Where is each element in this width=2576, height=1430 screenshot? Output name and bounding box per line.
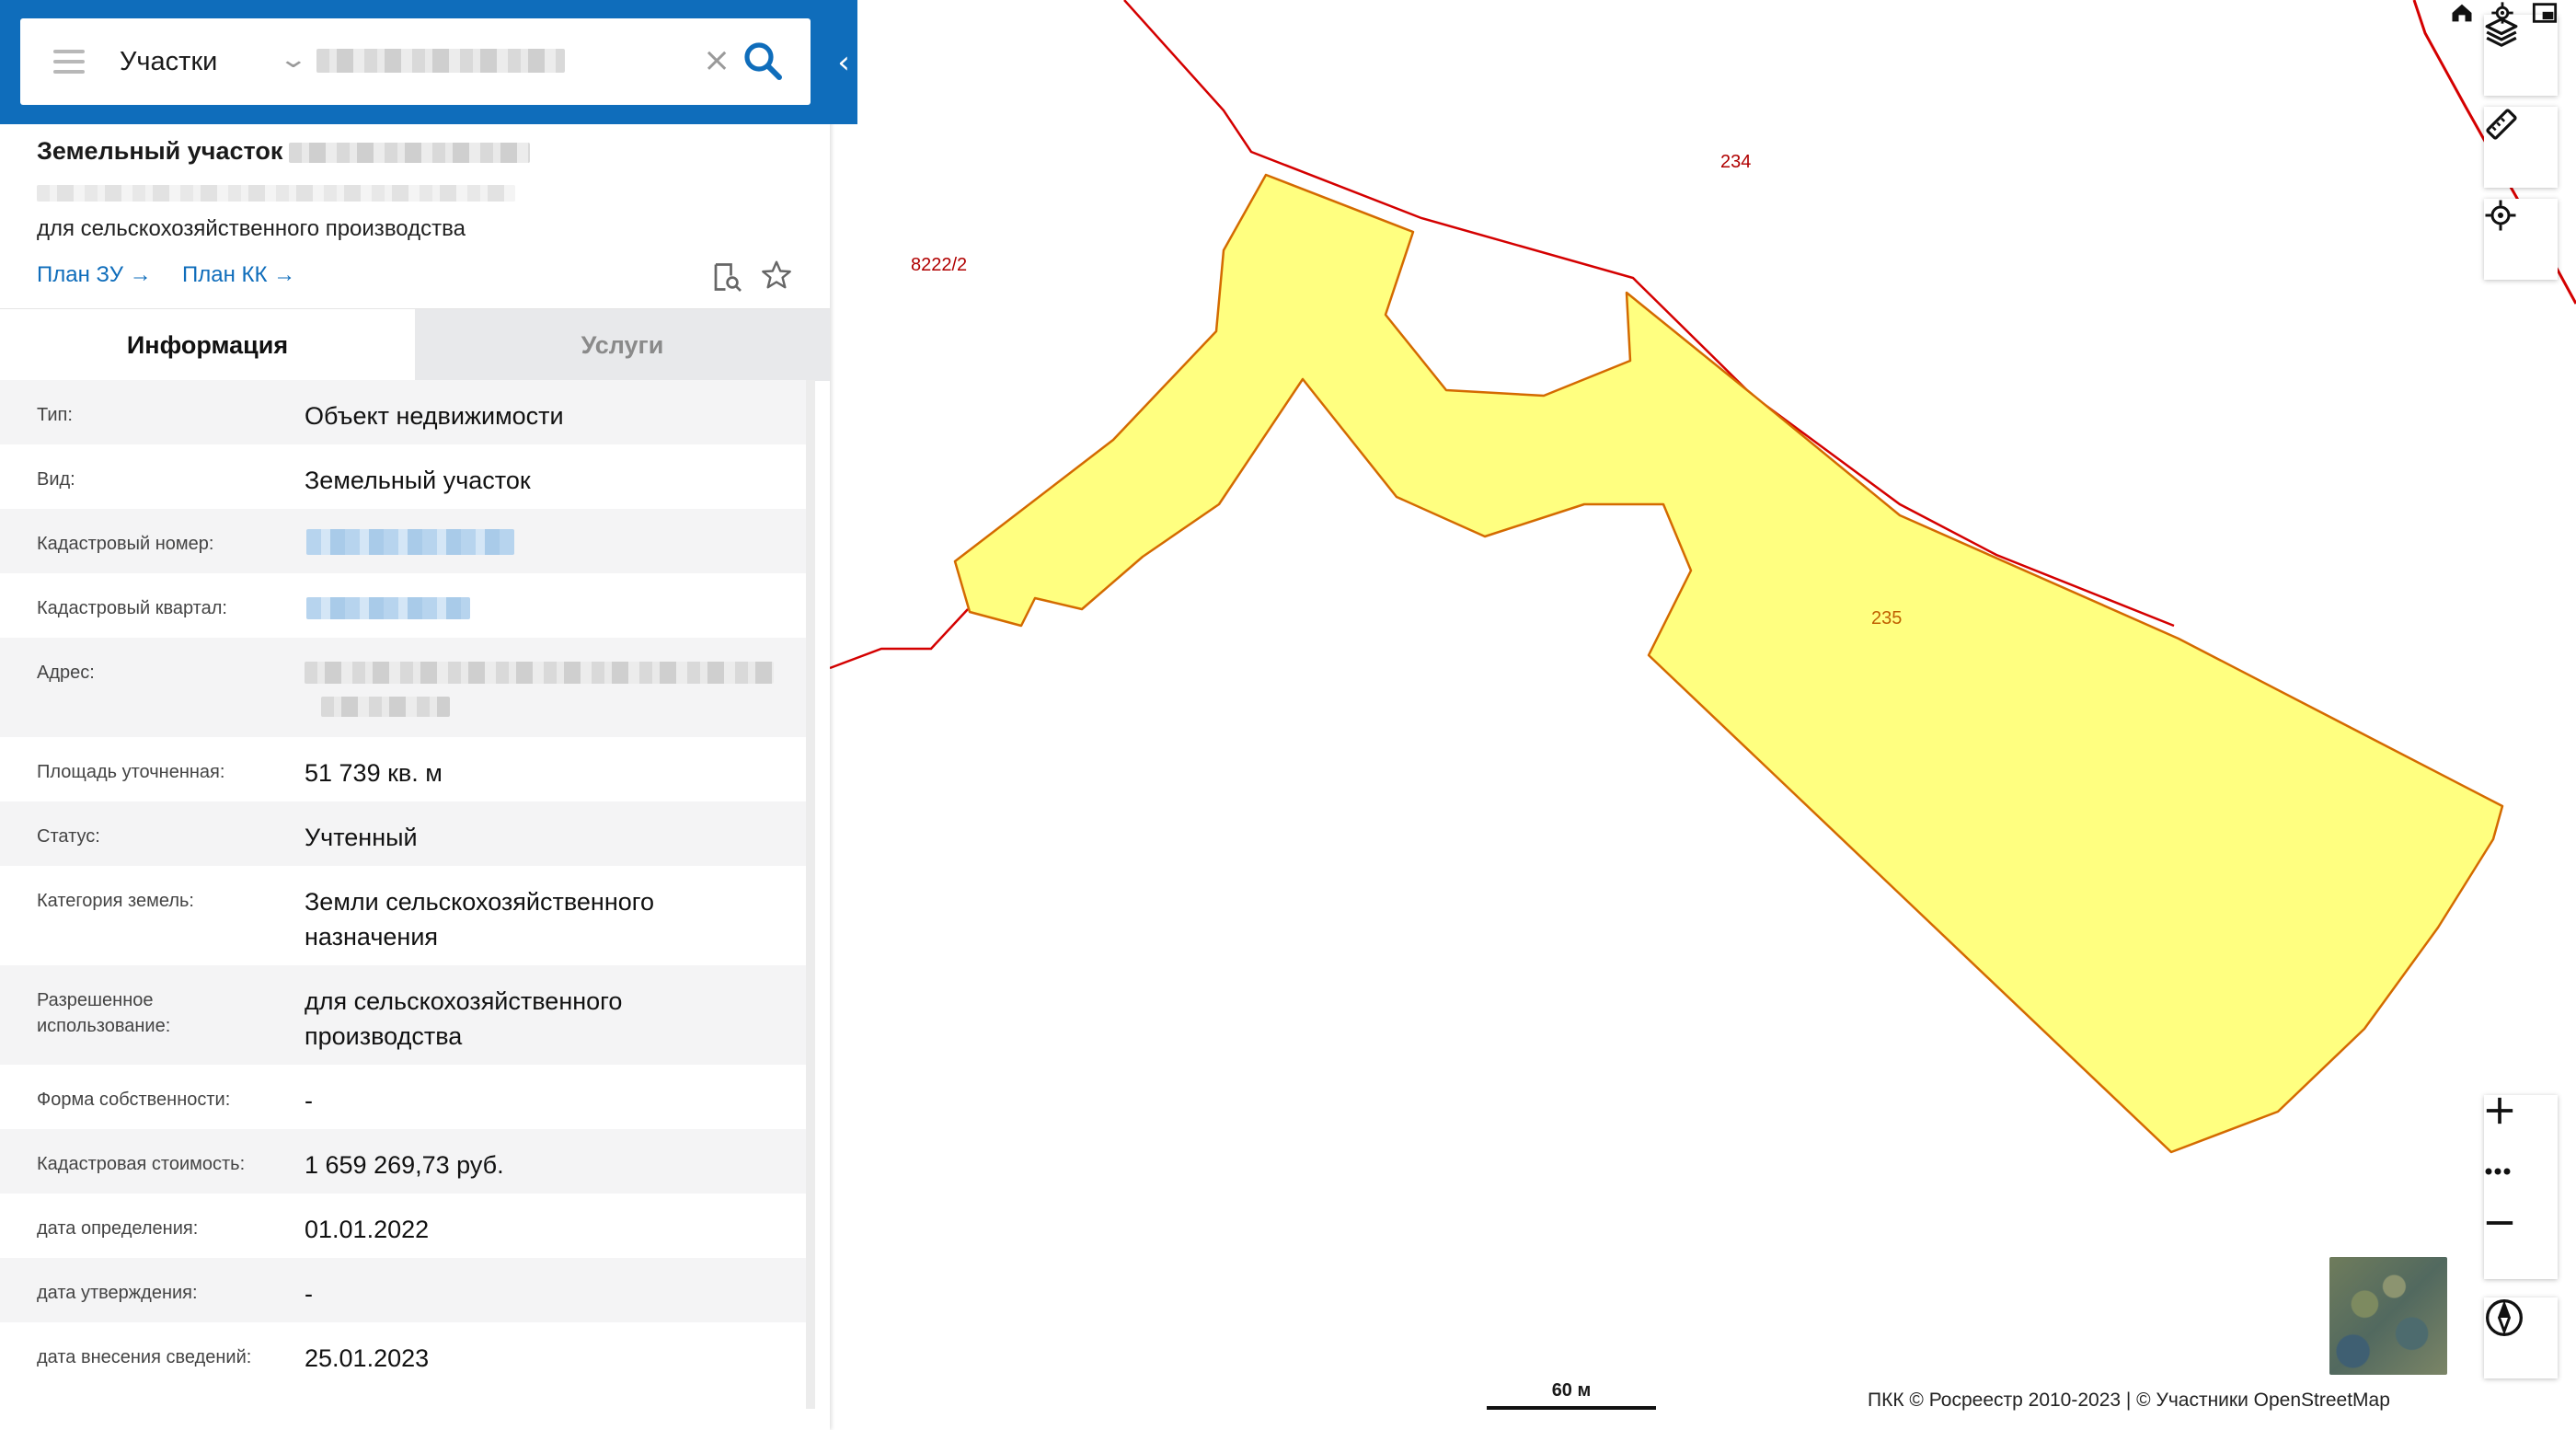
info-label: Кадастровый номер: xyxy=(37,534,214,554)
info-value: для сельскохозяйственного производства xyxy=(305,987,623,1050)
compass-button[interactable] xyxy=(2484,1297,2558,1378)
redacted-cadastral-number xyxy=(289,143,530,163)
info-label: Вид: xyxy=(37,469,75,490)
redacted-address-line xyxy=(321,697,450,717)
info-value: - xyxy=(305,1087,313,1114)
close-icon[interactable]: × xyxy=(703,42,730,79)
info-label: Категория земель: xyxy=(37,891,194,911)
tab-information[interactable]: Информация xyxy=(0,309,415,381)
locate-button[interactable] xyxy=(2484,199,2558,280)
scale-label: 60 м xyxy=(1551,1380,1592,1401)
plan-kk-link[interactable]: План КК → xyxy=(182,262,295,288)
zoom-out-button[interactable] xyxy=(2484,1207,2558,1279)
cadastral-number-link[interactable] xyxy=(306,529,514,555)
info-value xyxy=(305,509,806,573)
compass-icon xyxy=(2486,1299,2523,1336)
info-row-cadastral-quarter: Кадастровый квартал: xyxy=(0,573,806,638)
parcel-boundary-8222-2 xyxy=(829,608,969,670)
info-label: Тип: xyxy=(37,405,73,425)
info-row-approval-date: дата утверждения: - xyxy=(0,1258,806,1322)
info-row-cadastral-value: Кадастровая стоимость: 1 659 269,73 руб. xyxy=(0,1129,806,1194)
info-value: 25.01.2023 xyxy=(305,1344,430,1372)
chevron-down-icon: ⌄ xyxy=(278,46,309,74)
more-button[interactable] xyxy=(2484,1167,2558,1207)
zoom-control xyxy=(2484,1095,2558,1279)
document-search-icon[interactable] xyxy=(710,260,743,294)
zoom-in-icon xyxy=(2486,1097,2513,1124)
info-label: Разрешенное использование: xyxy=(37,990,171,1036)
map-attribution: ПКК © Росреестр 2010-2023 | © Участники … xyxy=(1868,1390,2390,1411)
info-label: Кадастровый квартал: xyxy=(37,598,227,618)
info-value: 1 659 269,73 руб. xyxy=(305,1151,504,1179)
info-label: Площадь уточненная: xyxy=(37,762,225,782)
scale-line xyxy=(1487,1406,1656,1410)
info-value: Земельный участок xyxy=(305,467,531,494)
panel-header: Участки ⌄ × xyxy=(0,0,830,124)
scale-bar: 60 м xyxy=(1487,1380,1656,1410)
info-value: 51 739 кв. м xyxy=(305,759,443,787)
redacted-search-text xyxy=(316,49,565,73)
map-label-235: 235 xyxy=(1871,608,1902,629)
search-icon[interactable] xyxy=(741,39,785,83)
info-label: Статус: xyxy=(37,826,100,847)
info-row-kind: Вид: Земельный участок xyxy=(0,444,806,509)
info-value: - xyxy=(305,1280,313,1308)
selected-parcel-235[interactable] xyxy=(953,173,2504,1154)
crosshair-icon[interactable] xyxy=(2490,0,2515,26)
basemap-switcher[interactable] xyxy=(2329,1257,2447,1375)
zoom-out-icon xyxy=(2486,1221,2513,1225)
info-row-ownership: Форма собственности: - xyxy=(0,1065,806,1129)
redacted-address-line xyxy=(305,662,774,684)
info-row-entry-date: дата внесения сведений: 25.01.2023 xyxy=(0,1322,806,1387)
info-label: Форма собственности: xyxy=(37,1090,231,1110)
map-label-234: 234 xyxy=(1720,152,1751,172)
info-row-type: Тип: Объект недвижимости xyxy=(0,380,806,444)
info-row-cadastral-number: Кадастровый номер: xyxy=(0,509,806,573)
object-header: Земельный участок для сельскохозяйственн… xyxy=(0,124,830,308)
ruler-button[interactable] xyxy=(2484,107,2558,188)
info-table: Тип: Объект недвижимости Вид: Земельный … xyxy=(0,380,806,1387)
home-icon[interactable] xyxy=(2449,0,2475,26)
info-value: Учтенный xyxy=(305,824,418,851)
hamburger-icon[interactable] xyxy=(53,48,85,75)
search-bar: Участки ⌄ × xyxy=(20,18,811,105)
info-value: 01.01.2022 xyxy=(305,1216,430,1243)
info-value: Объект недвижимости xyxy=(305,402,564,430)
info-row-area: Площадь уточненная: 51 739 кв. м xyxy=(0,737,806,801)
object-purpose: для сельскохозяйственного производства xyxy=(37,216,466,241)
panel-scrollbar[interactable] xyxy=(806,380,815,1409)
ruler-icon xyxy=(2486,109,2517,140)
layer-select-label: Участки xyxy=(120,46,218,76)
map-label-8222-2: 8222/2 xyxy=(911,255,967,275)
layers-button[interactable] xyxy=(2484,15,2558,96)
cadastral-quarter-link[interactable] xyxy=(306,597,470,619)
info-panel: Участки ⌄ × Земельный участок для сельск… xyxy=(0,0,830,1430)
plan-zu-link[interactable]: План ЗУ → xyxy=(37,262,152,288)
info-row-determination-date: дата определения: 01.01.2022 xyxy=(0,1194,806,1258)
tab-bar: Информация Услуги xyxy=(0,308,830,381)
object-title: Земельный участок xyxy=(37,137,283,165)
info-value: Земли сельскохозяйственного назначения xyxy=(305,888,655,951)
minimap-icon[interactable] xyxy=(2532,0,2558,26)
tab-services[interactable]: Услуги xyxy=(415,309,830,381)
info-label: Адрес: xyxy=(37,663,95,683)
info-label: Кадастровая стоимость: xyxy=(37,1154,246,1174)
more-icon xyxy=(2485,1168,2511,1175)
layer-select[interactable]: Участки ⌄ xyxy=(120,18,317,105)
info-value xyxy=(305,638,806,737)
info-row-status: Статус: Учтенный xyxy=(0,801,806,866)
info-row-permitted-use: Разрешенное использование: для сельскохо… xyxy=(0,965,806,1065)
info-row-address: Адрес: xyxy=(0,638,806,737)
info-label: дата утверждения: xyxy=(37,1283,198,1303)
chevron-left-icon[interactable]: ‹ xyxy=(830,0,857,124)
redacted-address xyxy=(37,185,515,202)
info-row-land-category: Категория земель: Земли сельскохозяйстве… xyxy=(0,866,806,965)
star-icon[interactable] xyxy=(760,259,793,292)
info-value xyxy=(305,573,806,638)
zoom-in-button[interactable] xyxy=(2484,1095,2558,1169)
info-label: дата определения: xyxy=(37,1218,199,1239)
info-label: дата внесения сведений: xyxy=(37,1347,252,1367)
locate-icon xyxy=(2485,200,2516,231)
